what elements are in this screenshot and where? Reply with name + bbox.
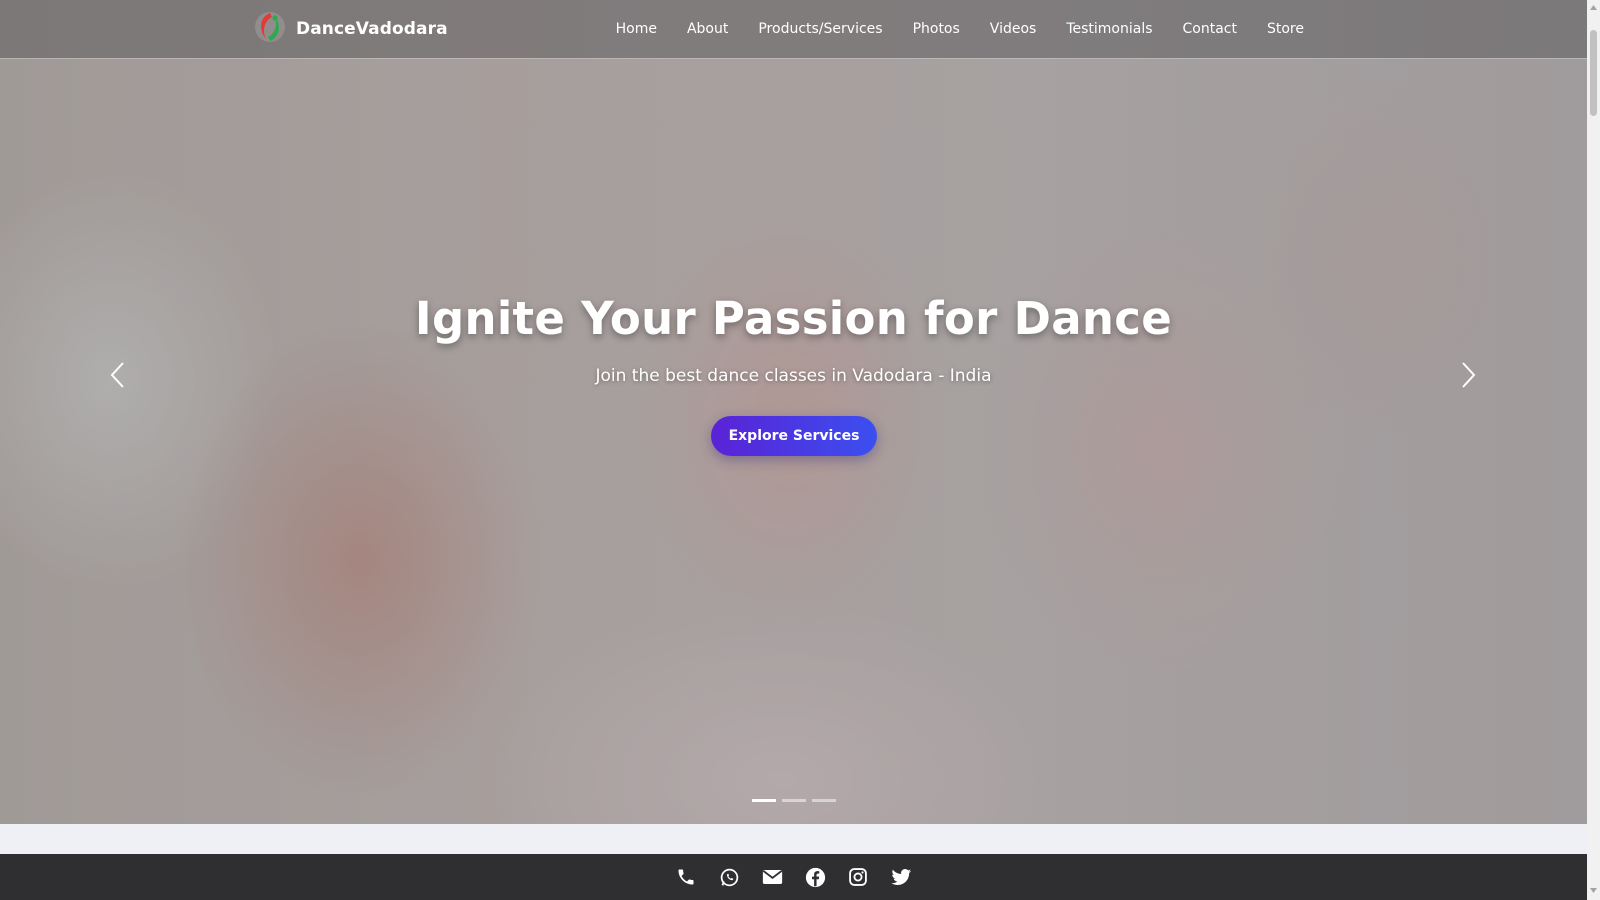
instagram-icon[interactable] xyxy=(848,867,869,888)
hero-carousel: Ignite Your Passion for Dance Join the b… xyxy=(0,0,1587,824)
facebook-icon[interactable] xyxy=(805,867,826,888)
top-navbar: DanceVadodara Home About Products/Servic… xyxy=(0,0,1587,59)
main-nav: Home About Products/Services Photos Vide… xyxy=(601,0,1319,58)
scroll-up-icon[interactable] xyxy=(1589,3,1598,12)
carousel-next-button[interactable] xyxy=(1456,360,1480,390)
carousel-indicator-1[interactable] xyxy=(751,799,776,802)
carousel-prev-button[interactable] xyxy=(106,360,130,390)
carousel-indicators xyxy=(0,799,1587,802)
whatsapp-icon[interactable] xyxy=(719,867,740,888)
nav-products-services[interactable]: Products/Services xyxy=(743,21,897,37)
hero-title: Ignite Your Passion for Dance xyxy=(414,292,1173,345)
chevron-right-icon xyxy=(1462,362,1476,388)
social-bar xyxy=(0,854,1587,900)
carousel-indicator-3[interactable] xyxy=(811,799,836,802)
section-divider-band xyxy=(0,824,1587,854)
scrollbar-thumb[interactable] xyxy=(1590,30,1597,116)
page-scrollbar[interactable] xyxy=(1587,0,1600,900)
twitter-icon[interactable] xyxy=(890,867,912,888)
brand-name: DanceVadodara xyxy=(296,19,448,39)
nav-testimonials[interactable]: Testimonials xyxy=(1051,21,1167,37)
email-icon[interactable] xyxy=(762,867,783,888)
brand-link[interactable]: DanceVadodara xyxy=(254,12,448,46)
chevron-left-icon xyxy=(110,362,124,388)
carousel-indicator-2[interactable] xyxy=(781,799,806,802)
nav-home[interactable]: Home xyxy=(601,21,672,37)
nav-about[interactable]: About xyxy=(672,21,743,37)
nav-photos[interactable]: Photos xyxy=(898,21,975,37)
nav-contact[interactable]: Contact xyxy=(1168,21,1252,37)
nav-videos[interactable]: Videos xyxy=(975,21,1052,37)
scroll-down-icon[interactable] xyxy=(1589,886,1598,895)
hero-subtitle: Join the best dance classes in Vadodara … xyxy=(595,366,992,386)
explore-services-button[interactable]: Explore Services xyxy=(711,416,877,456)
dance-logo-icon xyxy=(254,11,286,47)
phone-icon[interactable] xyxy=(676,867,697,888)
nav-store[interactable]: Store xyxy=(1252,21,1319,37)
